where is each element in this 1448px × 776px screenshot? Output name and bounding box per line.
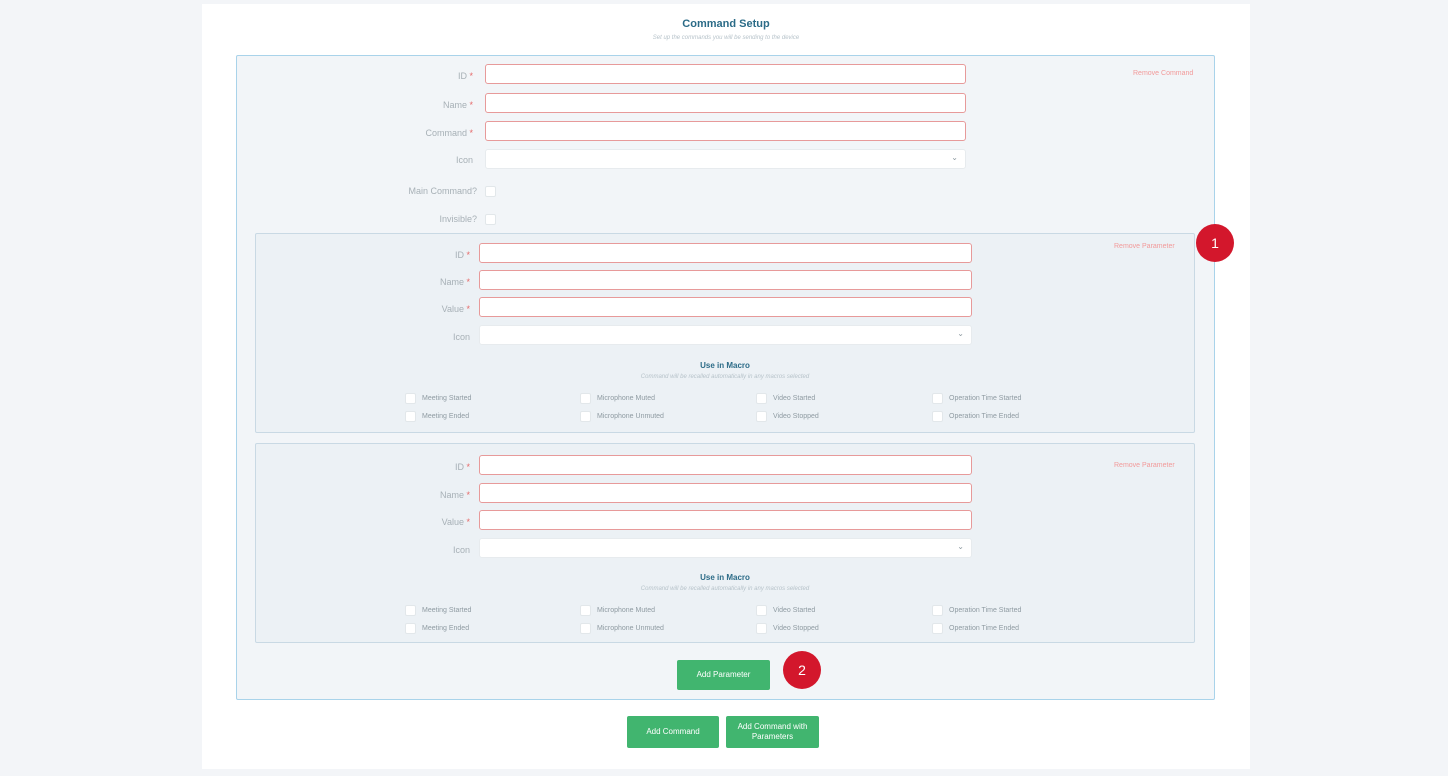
macro-checkbox-operation-time-ended[interactable] xyxy=(932,411,943,422)
param-id-input[interactable] xyxy=(479,243,972,263)
invisible-checkbox[interactable] xyxy=(485,214,496,225)
param-name-label: Name * xyxy=(439,277,470,287)
macro-checkbox-video-stopped[interactable] xyxy=(756,411,767,422)
macro-option-label: Operation Time Ended xyxy=(949,625,1020,632)
macro-checkbox-operation-time-started[interactable] xyxy=(932,393,943,404)
param-icon-select[interactable]: ⌄ xyxy=(479,325,972,345)
command-setup-page: Command Setup Set up the commands you wi… xyxy=(202,4,1250,769)
macro-title: Use in Macro xyxy=(700,573,750,582)
macro-checkbox-meeting-started[interactable] xyxy=(405,605,416,616)
macro-checkbox-video-stopped[interactable] xyxy=(756,623,767,634)
macro-option-label: Microphone Unmuted xyxy=(597,625,664,632)
macro-checkbox-operation-time-started[interactable] xyxy=(932,605,943,616)
macro-checkbox-microphone-muted[interactable] xyxy=(580,393,591,404)
macro-option-label: Microphone Muted xyxy=(597,395,655,402)
command-command-input[interactable] xyxy=(485,121,966,141)
command-name-input[interactable] xyxy=(485,93,966,113)
command-card: Remove Command ID * Name * Command * Ico… xyxy=(236,55,1215,700)
param-value-input[interactable] xyxy=(479,297,972,317)
macro-option-label: Video Stopped xyxy=(773,625,819,632)
macro-subtitle: Command will be recalled automatically i… xyxy=(640,586,810,592)
macro-checkbox-video-started[interactable] xyxy=(756,393,767,404)
command-id-input[interactable] xyxy=(485,64,966,84)
param-value-label: Value * xyxy=(441,517,470,527)
param-id-input[interactable] xyxy=(479,455,972,475)
param-name-input[interactable] xyxy=(479,483,972,503)
macro-option-label: Video Stopped xyxy=(773,413,819,420)
macro-checkbox-meeting-ended[interactable] xyxy=(405,623,416,634)
chevron-down-icon: ⌄ xyxy=(951,153,958,162)
param-id-label: ID * xyxy=(454,250,470,260)
macro-title: Use in Macro xyxy=(700,361,750,370)
remove-command-link[interactable]: Remove Command xyxy=(1133,70,1193,77)
param-icon-select[interactable]: ⌄ xyxy=(479,538,972,558)
chevron-down-icon: ⌄ xyxy=(957,542,964,551)
page-subtitle: Set up the commands you will be sending … xyxy=(652,35,800,41)
macro-option-label: Microphone Unmuted xyxy=(597,413,664,420)
parameter-card-1: Remove Parameter ID * Name * Value * Ico… xyxy=(255,233,1195,433)
parameter-card-2: Remove Parameter ID * Name * Value * Ico… xyxy=(255,443,1195,643)
add-command-button[interactable]: Add Command xyxy=(627,716,719,748)
command-name-label: Name * xyxy=(442,100,473,110)
remove-parameter-link[interactable]: Remove Parameter xyxy=(1114,462,1175,469)
param-id-label: ID * xyxy=(454,462,470,472)
macro-option-label: Meeting Started xyxy=(422,607,472,614)
callout-badge-2: 2 xyxy=(783,651,821,689)
param-value-input[interactable] xyxy=(479,510,972,530)
macro-checkbox-microphone-unmuted[interactable] xyxy=(580,623,591,634)
macro-option-label: Video Started xyxy=(773,395,816,402)
macro-checkbox-microphone-muted[interactable] xyxy=(580,605,591,616)
macro-option-label: Meeting Ended xyxy=(422,625,470,632)
macro-checkbox-meeting-started[interactable] xyxy=(405,393,416,404)
macro-option-label: Video Started xyxy=(773,607,816,614)
invisible-label: Invisible? xyxy=(439,214,477,224)
macro-checkbox-video-started[interactable] xyxy=(756,605,767,616)
command-command-label: Command * xyxy=(425,128,473,138)
main-command-checkbox[interactable] xyxy=(485,186,496,197)
macro-option-label: Operation Time Ended xyxy=(949,413,1020,420)
remove-parameter-link[interactable]: Remove Parameter xyxy=(1114,243,1175,250)
param-name-input[interactable] xyxy=(479,270,972,290)
page-title: Command Setup xyxy=(682,18,770,30)
main-command-label: Main Command? xyxy=(408,186,477,196)
macro-option-label: Meeting Ended xyxy=(422,413,470,420)
command-icon-select[interactable]: ⌄ xyxy=(485,149,966,169)
macro-option-label: Operation Time Started xyxy=(949,607,1022,614)
macro-option-label: Meeting Started xyxy=(422,395,472,402)
command-id-label: ID * xyxy=(457,71,473,81)
macro-option-label: Operation Time Started xyxy=(949,395,1022,402)
param-name-label: Name * xyxy=(439,490,470,500)
macro-option-label: Microphone Muted xyxy=(597,607,655,614)
chevron-down-icon: ⌄ xyxy=(957,329,964,338)
param-icon-label: Icon xyxy=(452,332,470,342)
macro-checkbox-operation-time-ended[interactable] xyxy=(932,623,943,634)
macro-subtitle: Command will be recalled automatically i… xyxy=(640,374,810,380)
add-command-with-parameters-button[interactable]: Add Command with Parameters xyxy=(726,716,819,748)
command-icon-label: Icon xyxy=(455,155,473,165)
add-parameter-button[interactable]: Add Parameter xyxy=(677,660,770,690)
callout-badge-1: 1 xyxy=(1196,224,1234,262)
macro-checkbox-meeting-ended[interactable] xyxy=(405,411,416,422)
param-icon-label: Icon xyxy=(452,545,470,555)
macro-checkbox-microphone-unmuted[interactable] xyxy=(580,411,591,422)
param-value-label: Value * xyxy=(441,304,470,314)
